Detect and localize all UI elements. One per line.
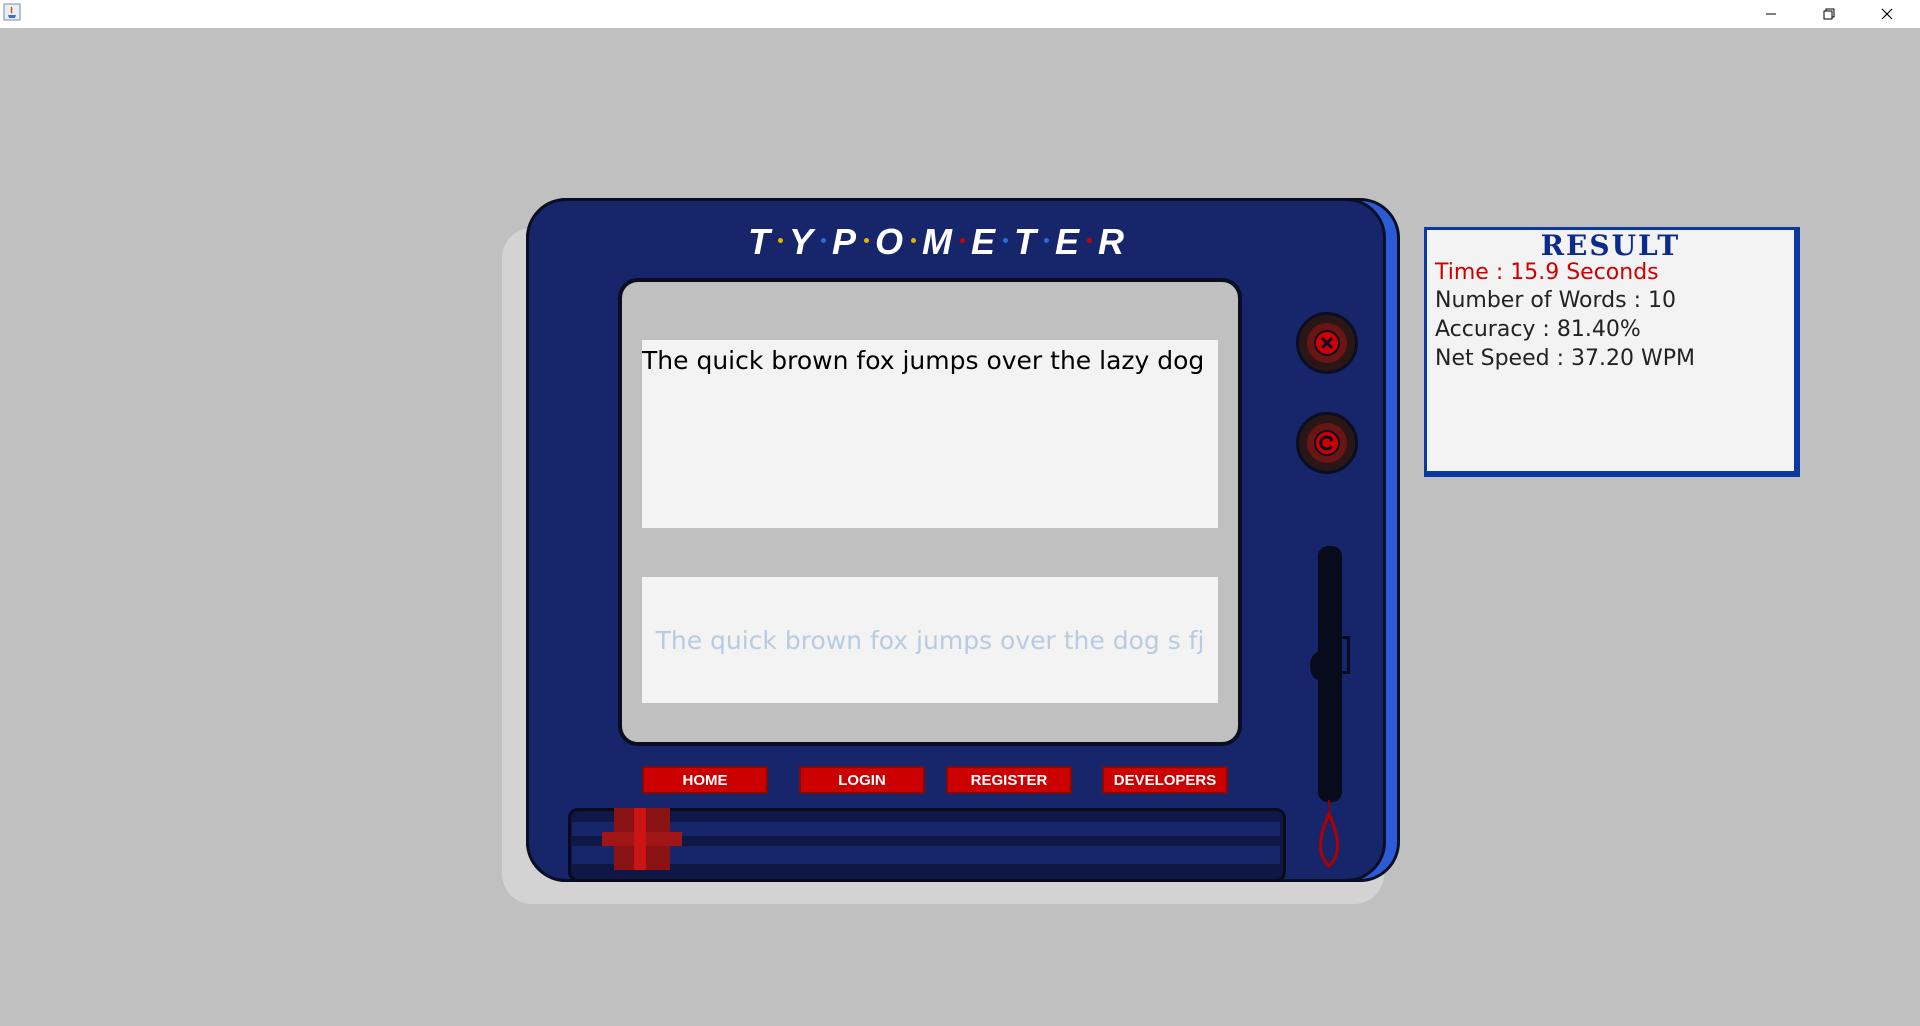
logo-dot: [911, 237, 916, 243]
horizontal-slider-knob[interactable]: [602, 808, 682, 870]
login-button[interactable]: LOGIN: [799, 766, 925, 794]
vertical-slider-knob[interactable]: [1310, 652, 1328, 680]
developers-button[interactable]: DEVELOPERS: [1102, 766, 1228, 794]
logo-dot: [960, 237, 965, 243]
result-time: Time : 15.9 Seconds: [1435, 260, 1659, 285]
window-title-bar: [0, 0, 1920, 28]
minimize-icon: [1766, 13, 1776, 15]
java-icon: [3, 3, 21, 21]
logo-letter: T: [747, 221, 772, 262]
logo-dot: [1044, 237, 1050, 243]
close-button[interactable]: [1858, 0, 1916, 28]
logo-letter: E: [971, 221, 998, 262]
minimize-button[interactable]: [1742, 0, 1800, 28]
close-icon: [1881, 8, 1893, 20]
typed-text[interactable]: The quick brown fox jumps over the dog s…: [656, 626, 1205, 655]
result-word-count: Number of Words : 10: [1435, 288, 1676, 313]
result-panel: RESULT Time : 15.9 Seconds Number of Wor…: [1424, 227, 1800, 477]
logo-dot: [820, 237, 826, 243]
target-text-box: The quick brown fox jumps over the lazy …: [642, 340, 1218, 528]
target-text: The quick brown fox jumps over the lazy …: [642, 346, 1205, 375]
result-accuracy: Accuracy : 81.40%: [1435, 317, 1641, 342]
typing-input-box[interactable]: The quick brown fox jumps over the dog s…: [642, 577, 1218, 703]
refresh-icon: [1314, 430, 1340, 456]
exit-round-button[interactable]: [1296, 312, 1358, 374]
reset-round-button[interactable]: [1296, 412, 1358, 474]
typometer-logo: TYPOMETER: [742, 221, 1132, 262]
result-net-speed: Net Speed : 37.20 WPM: [1435, 346, 1695, 371]
register-button[interactable]: REGISTER: [946, 766, 1072, 794]
home-button[interactable]: HOME: [642, 766, 768, 794]
result-title: RESULT: [1540, 229, 1681, 262]
logo-letter: T: [1014, 221, 1039, 262]
logo-letter: P: [831, 221, 858, 262]
logo-dot: [1003, 237, 1009, 243]
pendulum-icon: [1312, 800, 1346, 870]
close-icon: [1314, 330, 1340, 356]
restore-button[interactable]: [1800, 0, 1858, 28]
restore-icon: [1823, 8, 1835, 20]
logo-letter: E: [1055, 221, 1082, 262]
logo-letter: O: [874, 221, 905, 262]
logo-letter: Y: [788, 221, 815, 262]
logo-dot: [1087, 237, 1093, 243]
logo-letter: M: [922, 221, 954, 262]
logo-dot: [777, 237, 783, 243]
logo-dot: [863, 237, 869, 243]
logo-letter: R: [1098, 221, 1127, 262]
slider-clip: [1336, 636, 1350, 674]
